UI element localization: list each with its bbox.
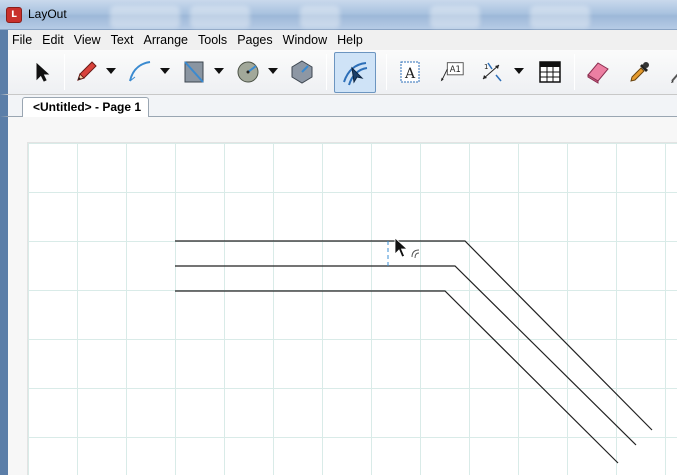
menu-pages[interactable]: Pages <box>237 32 272 48</box>
label-tool-button[interactable]: A1 <box>438 58 466 86</box>
main-toolbar: A A1 1 <box>0 50 677 95</box>
style-tool-button[interactable] <box>626 58 654 86</box>
svg-text:A1: A1 <box>450 64 461 74</box>
eraser-icon <box>587 62 609 84</box>
menu-tools[interactable]: Tools <box>198 32 227 48</box>
window-title: LayOut <box>28 7 67 21</box>
toolbar-separator <box>386 54 387 90</box>
background-blur <box>430 6 480 28</box>
circle-tool-button[interactable] <box>234 58 262 86</box>
pencil-icon <box>77 61 97 81</box>
menu-help[interactable]: Help <box>337 32 363 48</box>
document-tab-label: <Untitled> - Page 1 <box>33 100 142 114</box>
background-blur <box>300 6 340 28</box>
eraser-tool-button[interactable] <box>584 58 612 86</box>
eyedropper-icon <box>630 62 649 82</box>
table-icon <box>539 61 561 83</box>
menu-view[interactable]: View <box>74 32 101 48</box>
offset-tool-button[interactable] <box>334 52 376 93</box>
circle-icon <box>237 61 259 83</box>
circle-tool-dropdown-icon[interactable] <box>268 68 278 74</box>
table-tool-button[interactable] <box>536 58 564 86</box>
menu-window[interactable]: Window <box>283 32 327 48</box>
dimension-tool-button[interactable]: 1 <box>478 58 506 86</box>
menu-bar: File Edit View Text Arrange Tools Pages … <box>0 30 677 50</box>
arc-tool-dropdown-icon[interactable] <box>160 68 170 74</box>
split-icon <box>670 73 677 83</box>
background-blur <box>110 6 180 28</box>
arc-tool-button[interactable] <box>126 58 154 86</box>
svg-text:A: A <box>404 66 416 82</box>
menu-edit[interactable]: Edit <box>42 32 64 48</box>
label-icon: A1 <box>440 62 464 82</box>
polygon-tool-button[interactable] <box>288 58 316 86</box>
toolbar-separator <box>326 54 327 90</box>
menu-text[interactable]: Text <box>111 32 134 48</box>
rectangle-tool-dropdown-icon[interactable] <box>214 68 224 74</box>
background-blur <box>530 6 590 28</box>
rectangle-tool-button[interactable] <box>180 58 208 86</box>
polygon-icon <box>291 60 313 84</box>
text-icon: A <box>400 61 420 83</box>
menu-file[interactable]: File <box>12 32 32 48</box>
line-tool-button[interactable] <box>72 58 100 86</box>
rectangle-icon <box>184 61 204 83</box>
page-canvas[interactable] <box>27 142 677 475</box>
title-bar: L LayOut <box>0 0 677 30</box>
toolbar-separator <box>574 54 575 90</box>
layout-app-icon: L <box>6 7 22 23</box>
select-tool-button[interactable] <box>28 58 56 86</box>
dimension-tool-dropdown-icon[interactable] <box>514 68 524 74</box>
text-tool-button[interactable]: A <box>396 58 424 86</box>
arc-icon <box>129 61 151 82</box>
split-tool-button[interactable] <box>664 58 677 86</box>
background-blur <box>190 6 250 28</box>
toolbar-separator <box>64 54 65 90</box>
offset-icon <box>343 61 368 85</box>
dimension-icon: 1 <box>482 62 502 82</box>
document-tab-strip: <Untitled> - Page 1 <box>0 95 677 117</box>
arrow-cursor-icon <box>36 62 50 82</box>
menu-arrange[interactable]: Arrange <box>144 32 188 48</box>
document-tab[interactable]: <Untitled> - Page 1 <box>22 97 150 117</box>
line-tool-dropdown-icon[interactable] <box>106 68 116 74</box>
svg-text:1: 1 <box>484 63 488 71</box>
